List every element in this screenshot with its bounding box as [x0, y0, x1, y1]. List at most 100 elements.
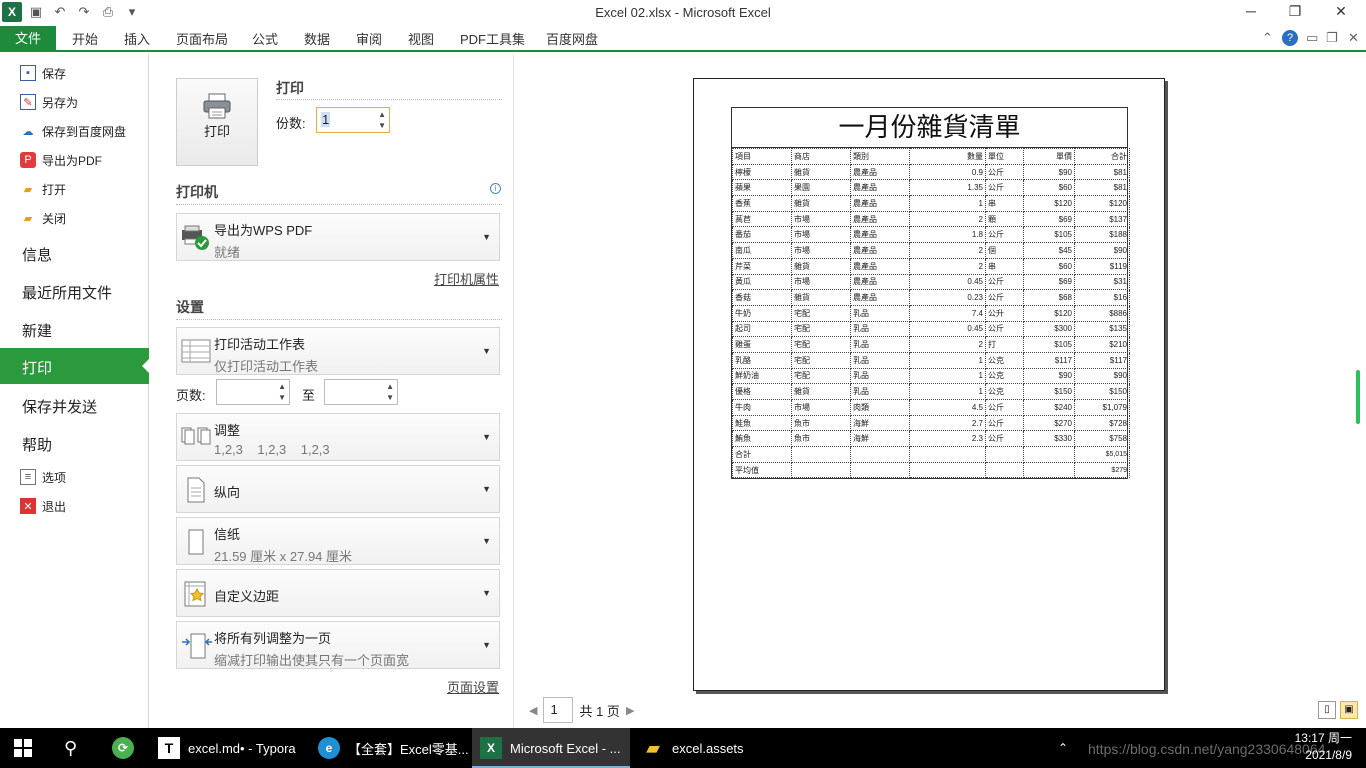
taskbar-explorer[interactable]: ▰ excel.assets: [642, 728, 743, 768]
tab-review[interactable]: 审阅: [356, 29, 382, 48]
tab-baidu-netdisk[interactable]: 百度网盘: [546, 29, 598, 48]
search-icon[interactable]: ⚲: [64, 728, 77, 768]
printer-icon: [202, 93, 232, 119]
printer-ready-icon: [181, 224, 209, 252]
table-cell: 公斤: [985, 163, 1024, 181]
nav-help[interactable]: 帮助: [22, 434, 52, 455]
save-icon: ▪: [20, 65, 36, 81]
prev-page-icon[interactable]: ◀: [529, 704, 537, 717]
nav-export-pdf-label: 导出为PDF: [42, 153, 103, 168]
page-navigator: ◀ 1 共 1 页 ▶: [529, 697, 634, 723]
doc-restore-icon[interactable]: ❐: [1326, 30, 1338, 46]
pages-from-spinner[interactable]: ▲ ▼: [216, 379, 290, 405]
taskbar: ⚲ ⟳ T excel.md• - Typora e 【全套】Excel零基..…: [0, 728, 1366, 768]
paper-size-dropdown[interactable]: 信纸 21.59 厘米 x 27.94 厘米 ▼: [176, 517, 500, 565]
clock[interactable]: 13:17 周一 2021/8/9: [1266, 730, 1366, 764]
divider: [176, 204, 502, 205]
table-cell: $135: [1074, 320, 1130, 338]
orientation-dropdown[interactable]: 纵向 ▼: [176, 465, 500, 513]
minimize-button[interactable]: ─: [1236, 3, 1266, 23]
table-cell: 果園: [791, 179, 851, 197]
close-button[interactable]: ✕: [1326, 3, 1356, 23]
nav-print[interactable]: 打印: [0, 348, 150, 384]
tray-expand-icon[interactable]: ⌃: [1058, 728, 1068, 768]
spin-down-icon[interactable]: ▼: [278, 393, 286, 403]
table-cell: 單價: [1023, 148, 1075, 165]
scroll-indicator[interactable]: [1356, 370, 1360, 424]
info-icon[interactable]: i: [490, 183, 501, 194]
nav-save-as[interactable]: ✎ 另存为: [20, 91, 78, 113]
nav-info[interactable]: 信息: [22, 244, 52, 265]
taskbar-excel[interactable]: X Microsoft Excel - ...: [472, 728, 630, 768]
nav-recent[interactable]: 最近所用文件: [22, 282, 112, 303]
copies-spinner[interactable]: 1 ▲ ▼: [316, 107, 390, 133]
table-cell: 牛奶: [732, 304, 792, 322]
pages-to-spinner[interactable]: ▲ ▼: [324, 379, 398, 405]
scaling-dropdown[interactable]: 将所有列调整为一页 缩减打印输出使其只有一个页面宽 ▼: [176, 621, 500, 669]
spin-up-icon[interactable]: ▲: [278, 382, 286, 392]
table-cell: [985, 446, 1024, 463]
doc-minimize-icon[interactable]: ▭: [1306, 30, 1318, 46]
tab-home[interactable]: 开始: [72, 29, 98, 48]
print-button[interactable]: 打印: [176, 78, 258, 166]
next-page-icon[interactable]: ▶: [626, 704, 634, 717]
page-number-input[interactable]: 1: [543, 697, 574, 723]
tab-pdf-tools[interactable]: PDF工具集: [460, 29, 525, 48]
restore-button[interactable]: ❐: [1280, 3, 1310, 23]
nav-exit[interactable]: ✕ 退出: [20, 495, 66, 517]
table-cell: 項目: [732, 148, 792, 165]
printer-dropdown[interactable]: 导出为WPS PDF 就绪 ▼: [176, 213, 500, 261]
taskbar-typora[interactable]: T excel.md• - Typora: [158, 728, 296, 768]
portrait-icon: [181, 476, 209, 504]
nav-open[interactable]: ▰ 打开: [20, 178, 66, 200]
nav-options[interactable]: ≡ 选项: [20, 466, 66, 488]
table-cell: $137: [1074, 210, 1130, 228]
table-cell: 香菇: [732, 289, 792, 306]
nav-save-to-baidu[interactable]: ☁ 保存到百度网盘: [20, 120, 127, 142]
print-scope-dropdown[interactable]: 打印活动工作表 仅打印活动工作表 ▼: [176, 327, 500, 375]
table-cell: 雞蛋: [732, 336, 792, 353]
taskbar-app-360[interactable]: ⟳: [112, 728, 142, 768]
nav-save[interactable]: ▪ 保存: [20, 62, 66, 84]
preview-sheet: 一月份雜貨清單 項目 商店 類別 數量 單位 單價 合計 檸檬 雜貨 農產品 0.9 公斤 $90 $81…: [731, 107, 1130, 480]
spin-up-icon[interactable]: ▲: [378, 110, 386, 120]
table-cell: 起司: [732, 320, 792, 338]
tab-insert[interactable]: 插入: [124, 29, 150, 48]
table-cell: 農產品: [850, 289, 910, 306]
doc-close-icon[interactable]: ✕: [1348, 30, 1359, 46]
tab-data[interactable]: 数据: [304, 29, 330, 48]
start-button[interactable]: [14, 728, 32, 768]
table-cell: 農產品: [850, 179, 910, 197]
nav-close[interactable]: ▰ 关闭: [20, 207, 66, 229]
divider: [276, 99, 502, 100]
table-row: 優格 雜貨 乳品 1 公克 $150 $150: [732, 383, 1130, 400]
table-cell: $45: [1023, 242, 1075, 259]
table-cell: $60: [1023, 257, 1075, 275]
tab-view[interactable]: 视图: [408, 29, 434, 48]
tab-page-layout[interactable]: 页面布局: [176, 29, 228, 48]
tab-file[interactable]: 文件: [0, 26, 56, 52]
margins-dropdown[interactable]: 自定义边距 ▼: [176, 569, 500, 617]
tab-formulas[interactable]: 公式: [252, 29, 278, 48]
spin-down-icon[interactable]: ▼: [378, 121, 386, 131]
show-margins-icon[interactable]: ▯: [1318, 701, 1336, 719]
spin-down-icon[interactable]: ▼: [386, 393, 394, 403]
nav-new[interactable]: 新建: [22, 320, 52, 341]
table-cell: 個: [985, 242, 1024, 259]
help-icon[interactable]: ?: [1282, 30, 1298, 46]
collapse-ribbon-icon[interactable]: ⌃: [1262, 30, 1273, 46]
nav-save-send[interactable]: 保存并发送: [22, 396, 97, 417]
nav-export-pdf[interactable]: P 导出为PDF: [20, 149, 102, 171]
table-row: 芹菜 雜貨 農產品 2 串 $60 $119: [732, 257, 1130, 275]
scaling-title: 将所有列调整为一页: [214, 631, 332, 646]
table-cell: 檸檬: [732, 163, 792, 181]
print-section-title: 打印: [276, 80, 304, 96]
table-cell: 公升: [985, 304, 1024, 322]
zoom-to-page-icon[interactable]: ▣: [1340, 701, 1358, 719]
spin-up-icon[interactable]: ▲: [386, 382, 394, 392]
printer-properties-link[interactable]: 打印机属性: [434, 269, 499, 288]
page-setup-link[interactable]: 页面设置: [447, 677, 499, 696]
collate-dropdown[interactable]: 调整 1,2,3 1,2,3 1,2,3 ▼: [176, 413, 500, 461]
table-cell: 2: [909, 336, 986, 353]
taskbar-edge[interactable]: e 【全套】Excel零基...: [318, 728, 469, 768]
